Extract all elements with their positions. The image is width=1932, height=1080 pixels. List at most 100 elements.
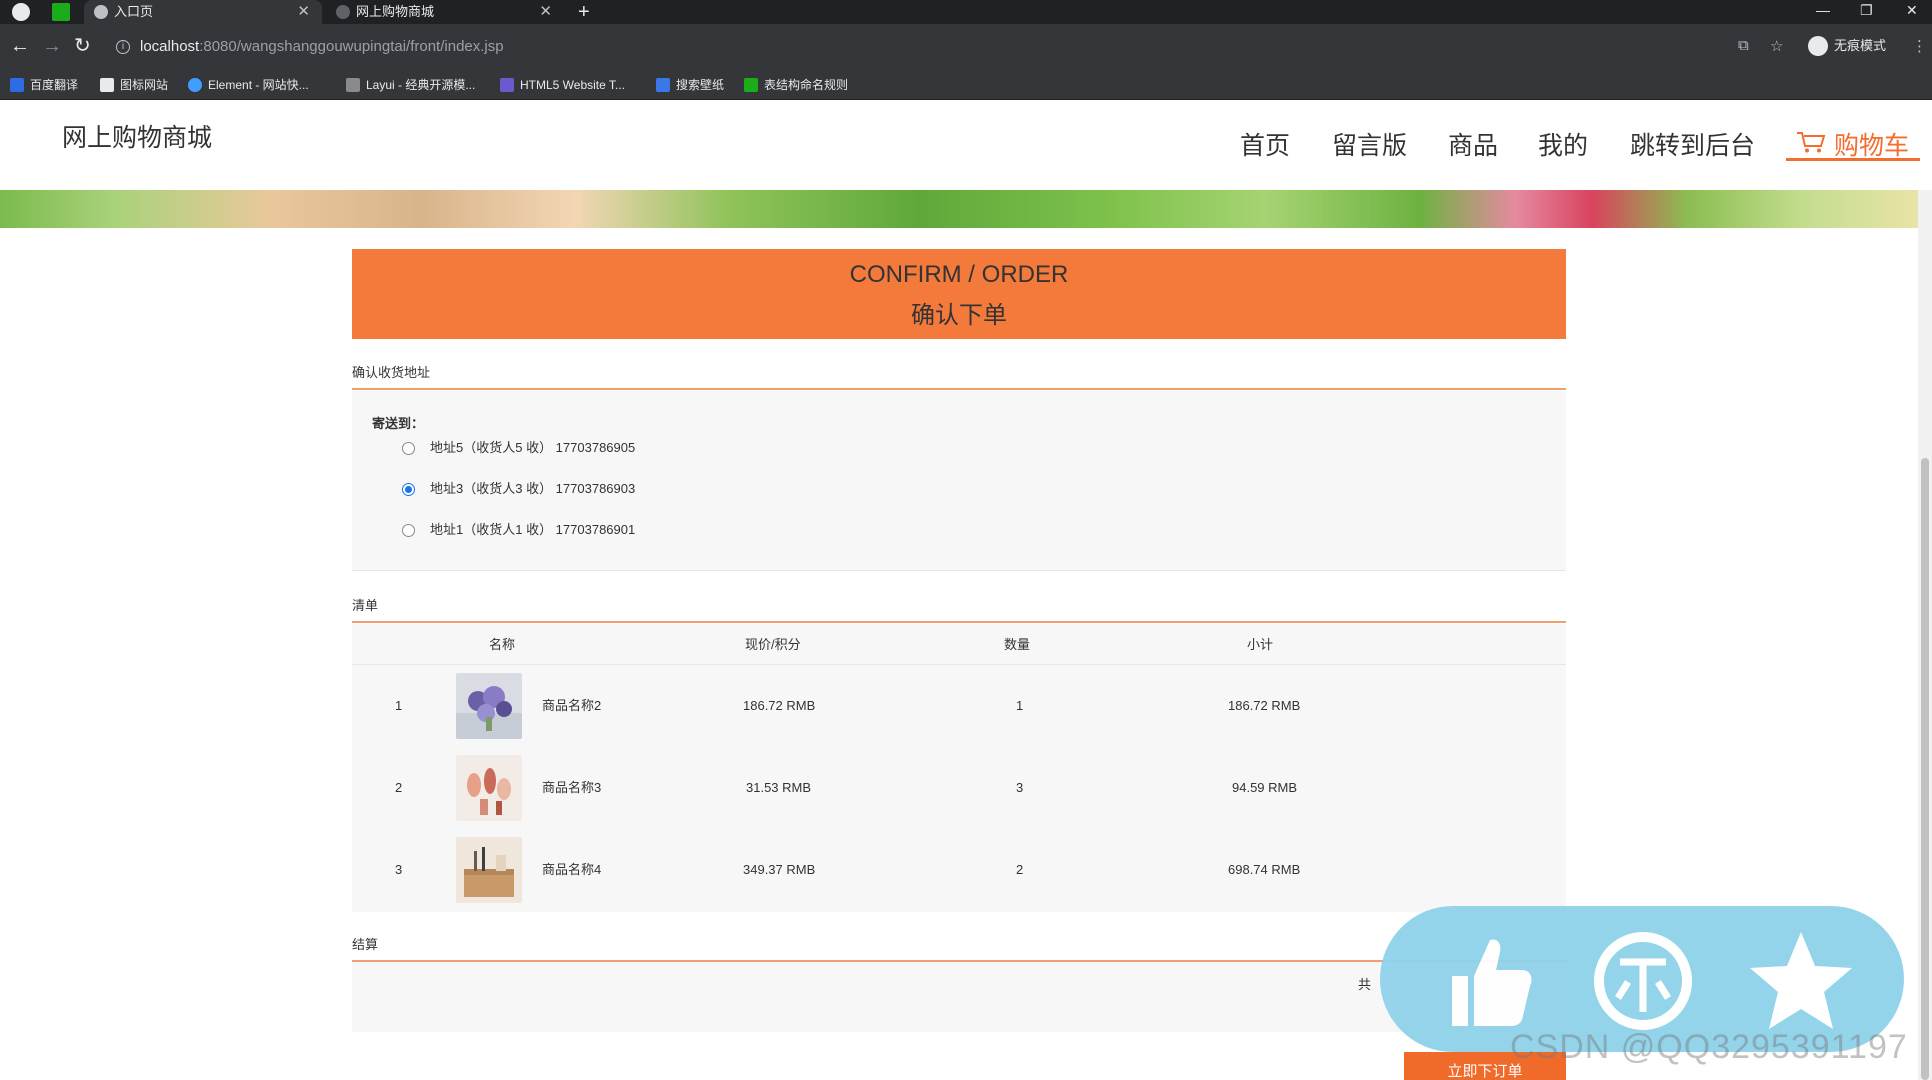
url-field[interactable]: i localhost:8080/wangshanggouwupingtai/f… [110,32,1730,62]
nav-products[interactable]: 商品 [1448,126,1498,162]
address-bar: ← → ↻ i localhost:8080/wangshanggouwupin… [0,24,1932,70]
window-close-icon[interactable]: ✕ [1906,0,1918,20]
browser-menu-icon[interactable] [12,3,30,21]
confirm-order-banner: CONFIRM / ORDER 确认下单 [352,249,1566,339]
star-icon[interactable] [1746,926,1856,1036]
bookmark-item[interactable]: 百度翻译 [10,76,78,94]
bookmark-label: Layui - 经典开源模... [366,78,476,92]
cart-icon [1797,132,1826,153]
translate-icon[interactable]: ⧉ [1738,37,1749,54]
bookmark-star-icon[interactable]: ☆ [1770,37,1783,55]
bookmark-item[interactable]: 表结构命名规则 [744,76,848,94]
product-subtotal: 186.72 RMB [1228,698,1301,713]
bookmark-item[interactable]: 搜索壁纸 [656,76,724,94]
bookmark-item[interactable]: HTML5 Website T... [500,76,625,94]
banner-title-en: CONFIRM / ORDER [849,261,1069,288]
product-price: 349.37 RMB [743,862,816,877]
nav-cart-label: 购物车 [1834,132,1910,160]
active-nav-underline [1786,158,1920,161]
bookmark-label: 表结构命名规则 [764,78,849,92]
address-text: 地址3（收货人3 收） 17703786903 [430,481,636,496]
product-thumbnail-purple-flowers[interactable] [456,673,522,739]
column-header-name: 名称 [489,637,516,652]
product-thumbnail-cosmetics[interactable] [456,755,522,821]
settle-section-title: 结算 [352,937,379,952]
table-row: 2 商品名称3 31.53 RMB 3 94.59 RMB [352,747,1566,829]
page-icon [336,5,350,19]
bookmark-item[interactable]: 图标网站 [100,76,168,94]
forward-icon[interactable]: → [42,34,62,58]
layui-icon [346,78,360,92]
watermark: CSDN @QQ3295391197 [1510,1028,1908,1066]
element-icon [188,78,202,92]
bookmark-label: Element - 网站快... [208,78,309,92]
incognito-icon [1808,36,1828,56]
site-header: 网上购物商城 首页 留言版 商品 我的 跳转到后台 购物车 [0,100,1932,190]
more-menu-icon[interactable]: ⋮ [1912,37,1927,55]
bookmark-label: 搜索壁纸 [676,78,725,92]
column-header-subtotal: 小计 [1247,637,1274,652]
incognito-indicator[interactable]: 无痕模式 [1808,36,1886,56]
nav-cart[interactable]: 购物车 [1796,126,1909,162]
product-name[interactable]: 商品名称2 [542,665,601,747]
reload-icon[interactable]: ↻ [74,34,91,58]
product-subtotal: 698.74 RMB [1228,862,1301,877]
radio-button[interactable] [402,524,415,537]
hero-banner-image [0,190,1918,228]
site-logo[interactable]: 网上购物商城 [62,118,212,154]
bookmark-icon [10,78,24,92]
bookmark-item[interactable]: Element - 网站快... [188,76,309,94]
minimize-icon[interactable]: — [1816,0,1830,20]
close-icon[interactable]: ✕ [539,0,552,24]
bookmark-label: 图标网站 [120,78,169,92]
banner-title-zh: 确认下单 [911,302,1007,329]
product-subtotal: 94.59 RMB [1232,780,1298,795]
address-text: 地址5（收货人5 收） 17703786905 [430,440,636,455]
product-name[interactable]: 商品名称4 [542,829,601,911]
nav-admin[interactable]: 跳转到后台 [1630,126,1755,162]
product-qty: 2 [1016,862,1024,877]
radio-button-selected[interactable] [402,483,415,496]
product-name[interactable]: 商品名称3 [542,747,601,829]
address-option[interactable]: 地址1（收货人1 收） 17703786901 [402,520,635,540]
order-items-table: 名称 现价/积分 数量 小计 1 商品名称2 186.72 RMB 1 186.… [352,624,1566,912]
incognito-label: 无痕模式 [1834,38,1887,53]
row-index: 2 [395,780,403,795]
address-option[interactable]: 地址5（收货人5 收） 17703786905 [402,438,635,458]
tab-label: 网上购物商城 [356,4,435,19]
info-icon[interactable]: i [116,40,130,54]
radio-button[interactable] [402,442,415,455]
ship-to-label: 寄送到： [372,416,425,431]
flag-icon [100,78,114,92]
address-text: 地址1（收货人1 收） 17703786901 [430,522,636,537]
bookmark-item[interactable]: Layui - 经典开源模... [346,76,475,94]
html5-icon [500,78,514,92]
nav-home[interactable]: 首页 [1240,126,1290,162]
table-row: 1 商品名称2 186.72 RMB 1 186.72 RMB [352,665,1566,747]
column-header-price: 现价/积分 [745,637,801,652]
total-label: 共 [1358,977,1372,992]
back-icon[interactable]: ← [10,34,30,58]
address-box: 寄送到： 地址5（收货人5 收） 17703786905 地址3（收货人3 收）… [352,391,1566,571]
address-section-title: 确认收货地址 [352,365,431,380]
section-divider [352,388,1566,390]
new-tab-button[interactable]: + [578,0,590,24]
pinned-tab-icon[interactable] [52,3,70,21]
restore-icon[interactable]: ❐ [1860,0,1873,20]
product-thumbnail-desk-organizer[interactable] [456,837,522,903]
url-host: localhost [140,38,200,55]
coin-icon[interactable] [1588,926,1698,1036]
table-row: 3 商品名称4 349.37 RMB 2 698.74 RMB [352,829,1566,911]
row-index: 3 [395,862,403,877]
tab-shop[interactable]: 网上购物商城 ✕ [326,0,564,24]
close-icon[interactable]: ✕ [297,0,310,24]
product-qty: 1 [1016,698,1024,713]
thumbs-up-icon[interactable] [1430,926,1540,1036]
list-section-title: 清单 [352,598,379,613]
address-option[interactable]: 地址3（收货人3 收） 17703786903 [402,479,635,499]
nav-message-board[interactable]: 留言版 [1332,126,1407,162]
scrollbar-thumb[interactable] [1921,458,1929,1080]
bookmark-label: HTML5 Website T... [520,78,625,92]
nav-mine[interactable]: 我的 [1538,126,1588,162]
tab-entry-page[interactable]: 入口页 ✕ [84,0,322,24]
